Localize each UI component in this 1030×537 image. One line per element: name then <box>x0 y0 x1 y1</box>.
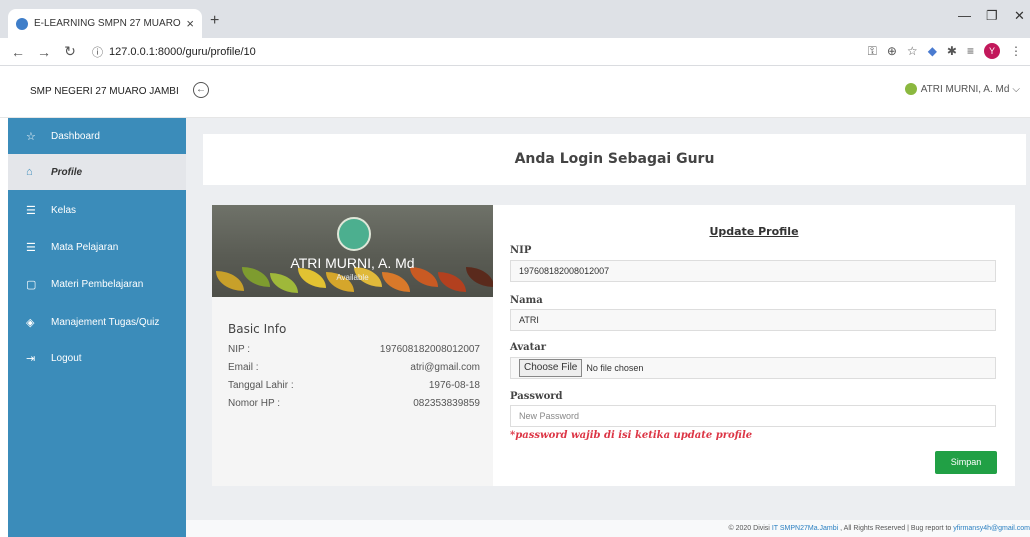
info-row-email: Email : atri@gmail.com <box>228 362 480 373</box>
home-icon: ⌂ <box>26 166 33 178</box>
brand-title[interactable]: SMP NEGERI 27 MUARO JAMBI <box>30 86 179 97</box>
sidebar-item-label: Kelas <box>51 204 77 216</box>
password-label: Password <box>510 391 563 402</box>
forward-icon[interactable]: → <box>36 44 52 60</box>
sidebar-item-materi-pembelajaran[interactable]: ▢ Materi Pembelajaran <box>8 266 186 302</box>
profile-avatar <box>337 217 371 251</box>
password-note: *password wajib di isi ketika update pro… <box>510 430 753 441</box>
close-tab-icon[interactable]: × <box>186 16 194 31</box>
profile-card: ATRI MURNI, A. Md Available Basic Info N… <box>212 205 1015 486</box>
avatar-file-input[interactable]: Choose File No file chosen <box>510 357 996 379</box>
form-title: Update Profile <box>709 225 799 238</box>
sidebar-item-logout[interactable]: ⇥ Logout <box>8 340 186 376</box>
footer-text: , All Rights Reserved | Bug report to <box>838 525 954 532</box>
nip-field[interactable]: 197608182008012007 <box>510 260 996 282</box>
sidebar-item-manajement-tugas[interactable]: ◈ Manajement Tugas/Quiz <box>8 304 186 340</box>
sidebar-item-label: Manajement Tugas/Quiz <box>51 316 160 328</box>
extension-icon[interactable]: ◆ <box>928 44 937 58</box>
star-bookmark-icon[interactable]: ☆ <box>907 44 918 58</box>
profile-summary: ATRI MURNI, A. Md Available Basic Info N… <box>212 205 493 486</box>
zoom-icon[interactable]: ⊕ <box>887 44 897 58</box>
status-badge: Available <box>336 273 369 282</box>
update-profile-form: Update Profile NIP 197608182008012007 Na… <box>493 205 1015 486</box>
key-icon[interactable]: ⚿ <box>868 44 877 59</box>
address-bar: ← → ↻ ⓘ 127.0.0.1:8000/guru/profile/10 ⚿… <box>0 38 1030 66</box>
cover-image: ATRI MURNI, A. Md Available <box>212 205 493 297</box>
sidebar-item-profile[interactable]: ⌂ Profile <box>8 154 186 190</box>
info-label: Tanggal Lahir : <box>228 380 294 391</box>
sidebar: ☆ Dashboard ⌂ Profile ☰ Kelas ☰ Mata Pel… <box>8 118 186 537</box>
new-tab-icon[interactable]: + <box>210 12 219 30</box>
logout-icon: ⇥ <box>26 352 36 365</box>
info-value: atri@gmail.com <box>410 362 480 373</box>
info-value: 197608182008012007 <box>379 344 480 355</box>
database-icon: ☰ <box>26 204 36 217</box>
reload-icon[interactable]: ↻ <box>62 43 78 60</box>
login-banner: Anda Login Sebagai Guru <box>203 134 1026 185</box>
basic-info-title: Basic Info <box>228 322 287 336</box>
back-icon[interactable]: ← <box>10 44 26 60</box>
sidebar-toggle-icon[interactable]: ← <box>193 82 209 98</box>
file-status: No file chosen <box>586 363 644 373</box>
sidebar-item-label: Mata Pelajaran <box>51 241 119 253</box>
password-field[interactable]: New Password <box>510 405 996 427</box>
user-avatar <box>904 83 917 95</box>
sidebar-item-label: Materi Pembelajaran <box>51 278 144 290</box>
media-icon[interactable]: ≡ <box>967 44 974 58</box>
database-icon: ☰ <box>26 241 36 254</box>
minimize-icon[interactable]: — <box>958 8 971 23</box>
info-label: Nomor HP : <box>228 398 281 409</box>
footer-link-divisi[interactable]: IT SMPN27Ma.Jambi <box>772 525 838 532</box>
restore-icon[interactable]: ❐ <box>986 8 998 24</box>
browser-menu-icon[interactable]: ⋮ <box>1010 44 1022 58</box>
info-value: 082353839859 <box>413 398 480 409</box>
nama-field[interactable]: ATRI <box>510 309 996 331</box>
info-value: 1976-08-18 <box>428 380 480 391</box>
close-window-icon[interactable]: ✕ <box>1014 8 1025 24</box>
favicon-icon <box>16 17 28 30</box>
browser-tab[interactable]: E-LEARNING SMPN 27 MUARO JAMBI × <box>8 9 202 38</box>
info-label: NIP : <box>228 344 251 355</box>
url-field[interactable]: 127.0.0.1:8000/guru/profile/10 <box>109 46 256 58</box>
footer-link-email[interactable]: yfirmansy4h@gmail.com <box>953 525 1030 532</box>
footer-text: © 2020 Divisi <box>728 525 772 532</box>
sidebar-item-label: Logout <box>51 352 82 364</box>
browser-tabbar: E-LEARNING SMPN 27 MUARO JAMBI × + — ❐ ✕ <box>0 0 1030 38</box>
nama-label: Nama <box>510 295 543 306</box>
footer: © 2020 Divisi IT SMPN27Ma.Jambi , All Ri… <box>186 520 1030 537</box>
info-row-tanggal-lahir: Tanggal Lahir : 1976-08-18 <box>228 380 480 391</box>
sidebar-item-dashboard[interactable]: ☆ Dashboard <box>8 118 186 154</box>
avatar-label: Avatar <box>510 342 547 353</box>
tab-title: E-LEARNING SMPN 27 MUARO JAMBI <box>34 18 182 29</box>
info-row-nip: NIP : 197608182008012007 <box>228 344 480 355</box>
chevron-down-icon: ⌵ <box>1012 83 1020 95</box>
puzzle-icon[interactable]: ✱ <box>947 44 957 58</box>
sidebar-item-mata-pelajaran[interactable]: ☰ Mata Pelajaran <box>8 229 186 265</box>
layers-icon: ◈ <box>26 316 35 329</box>
sidebar-item-kelas[interactable]: ☰ Kelas <box>8 192 186 228</box>
choose-file-button[interactable]: Choose File <box>519 359 583 377</box>
browser-profile-avatar[interactable]: Y <box>984 43 1000 59</box>
site-info-icon[interactable]: ⓘ <box>92 44 103 60</box>
user-name: ATRI MURNI, A. Md <box>920 83 1010 95</box>
sidebar-item-label: Profile <box>51 166 83 178</box>
info-label: Email : <box>228 362 259 373</box>
user-menu[interactable]: ATRI MURNI, A. Md ⌵ <box>904 83 1020 95</box>
main-content: Anda Login Sebagai Guru ATRI MURNI, A. M… <box>186 118 1030 537</box>
star-icon: ☆ <box>26 130 36 143</box>
nip-label: NIP <box>510 245 532 256</box>
app-header: SMP NEGERI 27 MUARO JAMBI ← ATRI MURNI, … <box>0 66 1030 118</box>
sidebar-item-label: Dashboard <box>51 130 100 142</box>
square-icon: ▢ <box>26 278 37 291</box>
info-row-nomor-hp: Nomor HP : 082353839859 <box>228 398 480 409</box>
profile-name: ATRI MURNI, A. Md <box>290 255 415 271</box>
save-button[interactable]: Simpan <box>935 451 997 474</box>
